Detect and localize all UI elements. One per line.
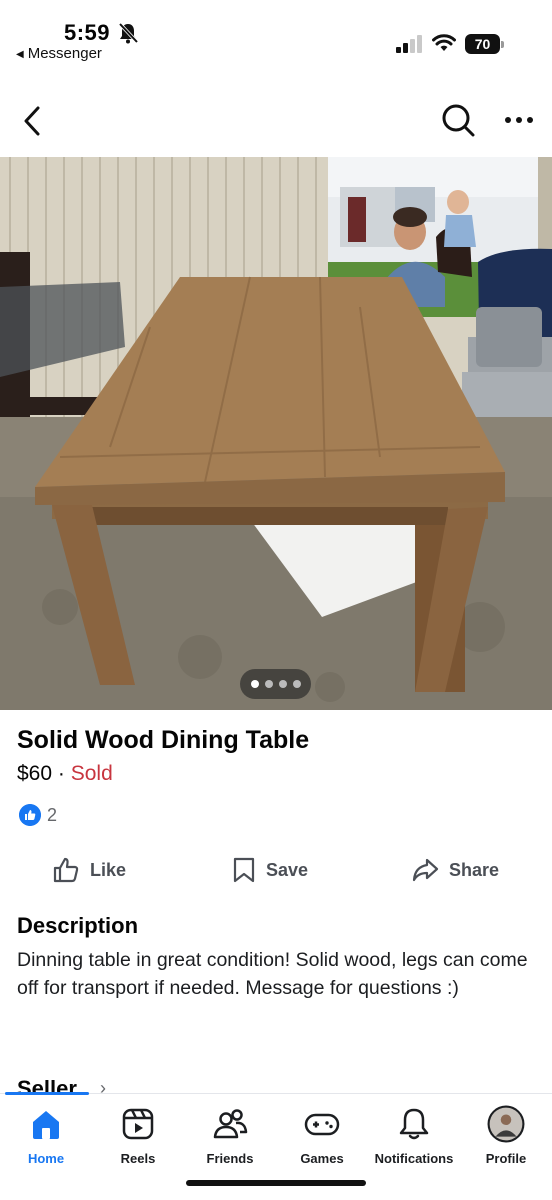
pager-dot [265, 680, 273, 688]
photo-pager-dots[interactable] [240, 669, 311, 699]
home-indicator [186, 1180, 366, 1186]
save-button[interactable]: Save [232, 850, 308, 890]
share-label: Share [449, 859, 500, 880]
like-label: Like [90, 859, 127, 880]
back-app-label: Messenger [27, 45, 102, 62]
save-label: Save [266, 859, 309, 880]
battery-nub [501, 41, 504, 48]
active-tab-indicator [5, 1092, 89, 1095]
table-photo-illustration [0, 157, 552, 710]
tab-games-label: Games [300, 1151, 344, 1166]
wifi-icon [432, 34, 456, 51]
chevron-right-icon[interactable]: › [100, 1078, 106, 1094]
tab-friends[interactable]: Friends [184, 1106, 276, 1166]
listing-title: Solid Wood Dining Table [17, 726, 310, 754]
tab-profile-label: Profile [485, 1151, 527, 1166]
reels-icon [122, 1108, 154, 1140]
tab-profile[interactable]: Profile [460, 1105, 552, 1166]
bell-icon [399, 1108, 429, 1140]
description-body: Dinning table in great condition! Solid … [17, 949, 528, 999]
tab-home-label: Home [27, 1151, 65, 1166]
top-nav [0, 90, 552, 150]
like-reaction-icon [19, 804, 41, 826]
tab-games[interactable]: Games [276, 1106, 368, 1166]
games-icon [304, 1113, 340, 1136]
tab-reels-label: Reels [120, 1151, 156, 1166]
action-row: Like Save Share [0, 850, 552, 890]
battery-indicator: 70 [465, 34, 505, 54]
status-time: 5:59 [64, 20, 111, 45]
avatar [487, 1105, 525, 1143]
bell-off-icon [118, 22, 138, 44]
pager-dot [279, 680, 287, 688]
battery-level: 70 [465, 34, 500, 54]
sold-status: Sold [70, 762, 113, 785]
pager-dot [293, 680, 301, 688]
back-to-app-link[interactable]: ◀ Messenger [16, 45, 102, 62]
friends-icon [213, 1109, 248, 1139]
home-icon [33, 1111, 59, 1139]
back-triangle-icon: ◀ [16, 49, 24, 60]
more-options-icon[interactable] [503, 110, 535, 130]
listing-photo[interactable] [0, 157, 552, 710]
listing-price: $60 [17, 762, 53, 785]
back-arrow-icon[interactable] [18, 104, 48, 138]
thumbs-up-icon [53, 857, 79, 883]
pager-dot-active [251, 680, 259, 688]
price-separator: · [52, 762, 71, 785]
tab-notifications-label: Notifications [374, 1151, 454, 1166]
bookmark-icon [233, 857, 255, 883]
status-bar: 5:59 ◀ Messenger 70 [0, 0, 552, 70]
tab-notifications[interactable]: Notifications [368, 1106, 460, 1166]
tab-reels[interactable]: Reels [92, 1106, 184, 1166]
reaction-count: 2 [47, 805, 58, 825]
description-heading: Description [17, 913, 139, 938]
share-button[interactable]: Share [411, 850, 499, 890]
cellular-signal-icon [396, 35, 422, 53]
search-icon[interactable] [440, 102, 476, 138]
share-arrow-icon [412, 858, 439, 882]
tab-home[interactable]: Home [0, 1106, 92, 1166]
price-line: $60 · Sold [17, 762, 113, 786]
like-button[interactable]: Like [52, 850, 126, 890]
tab-friends-label: Friends [206, 1151, 254, 1166]
